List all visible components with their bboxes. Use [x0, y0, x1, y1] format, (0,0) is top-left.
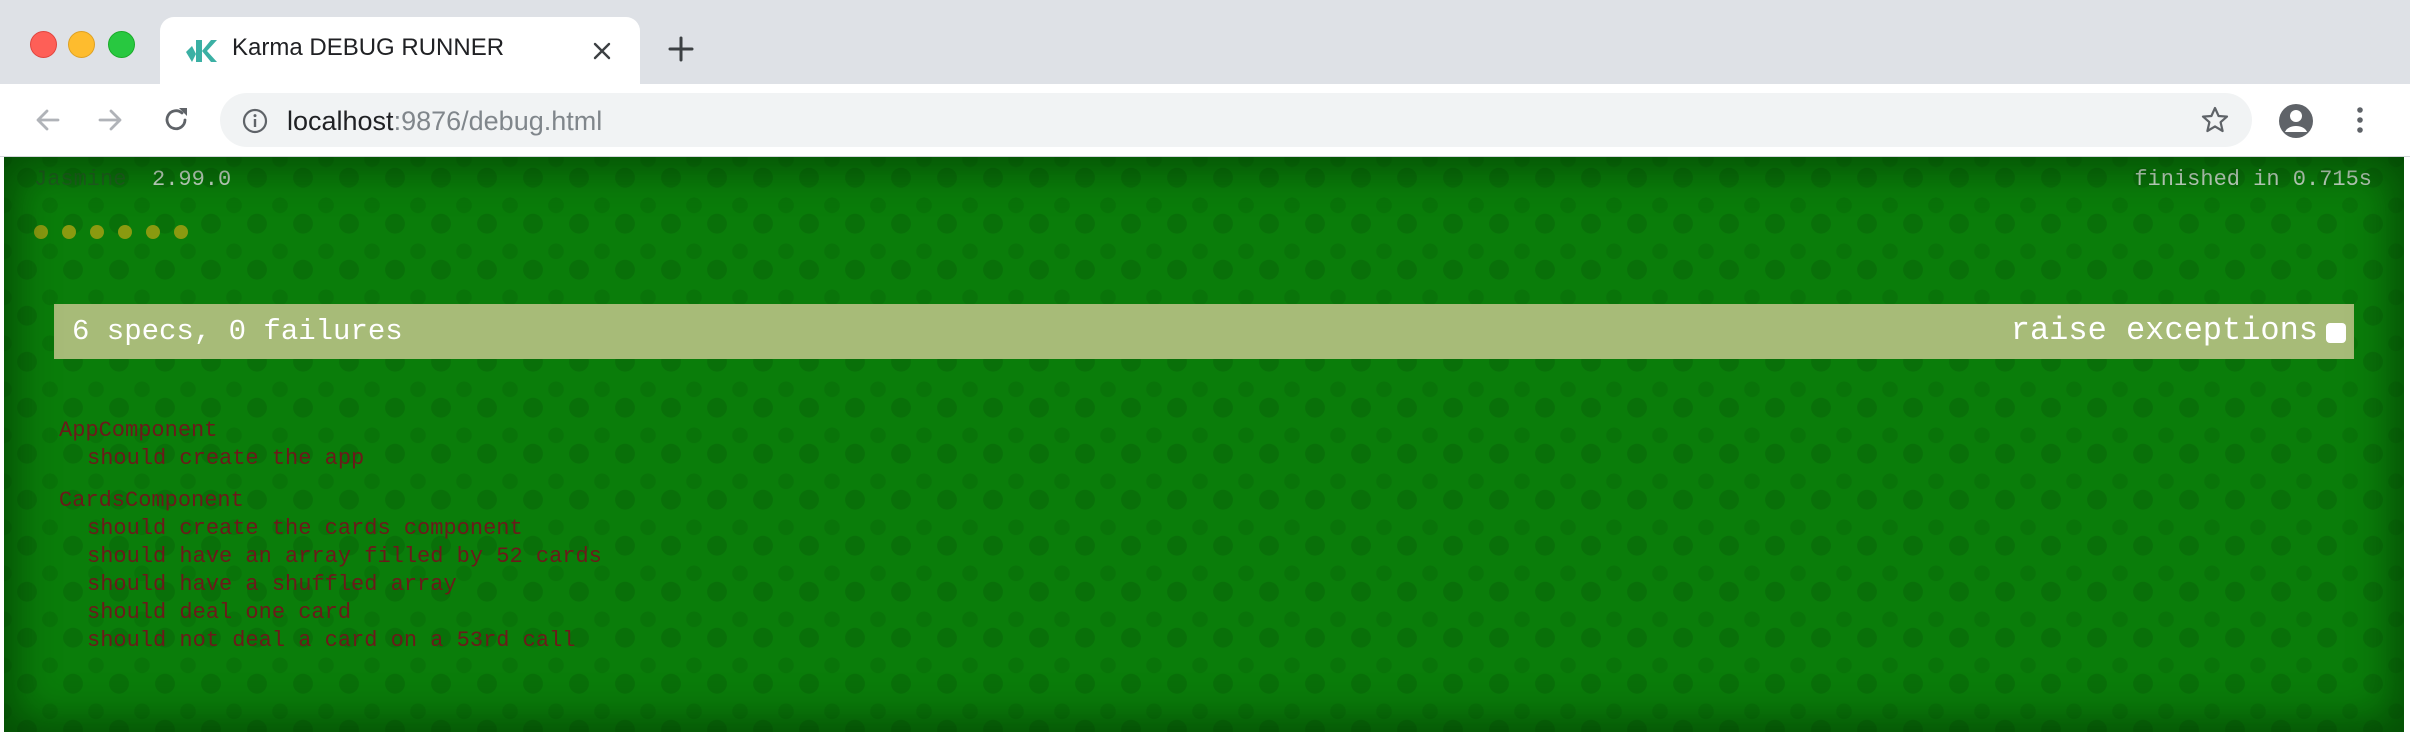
suite-name-link[interactable]: AppComponent	[59, 417, 602, 445]
raise-exceptions-checkbox[interactable]	[2326, 323, 2346, 343]
spec-link[interactable]: should deal one card	[59, 599, 602, 627]
passed-spec-dot[interactable]	[118, 225, 132, 239]
results-list: AppComponent should create the app CardsCo…	[59, 417, 602, 669]
summary-bar: 6 specs, 0 failures raise exceptions	[54, 304, 2354, 359]
tab-title: Karma DEBUG RUNNER	[232, 34, 505, 61]
browser-tab[interactable]: Karma DEBUG RUNNER	[160, 17, 640, 84]
back-icon[interactable]	[32, 104, 64, 136]
passed-spec-dot[interactable]	[34, 225, 48, 239]
karma-logo-icon	[186, 40, 217, 62]
close-tab-icon[interactable]	[590, 39, 614, 63]
new-tab-icon[interactable]	[666, 34, 696, 64]
url-text: localhost:9876/debug.html	[287, 106, 602, 137]
browser-toolbar: localhost:9876/debug.html	[0, 84, 2410, 157]
passed-spec-dot[interactable]	[146, 225, 160, 239]
jasmine-version: 2.99.0	[152, 167, 232, 192]
spec-link[interactable]: should not deal a card on a 53rd call	[59, 627, 602, 655]
passed-spec-dot[interactable]	[62, 225, 76, 239]
minimize-window-button[interactable]	[68, 31, 95, 58]
suite: AppComponent should create the app	[59, 417, 602, 473]
address-bar[interactable]: localhost:9876/debug.html	[220, 93, 2252, 147]
tab-strip: Karma DEBUG RUNNER	[0, 0, 2410, 84]
info-icon[interactable]	[242, 108, 268, 134]
suite: CardsComponent should create the cards co…	[59, 487, 602, 655]
bookmark-star-icon[interactable]	[2200, 105, 2230, 135]
close-window-button[interactable]	[30, 31, 57, 58]
url-path: :9876/debug.html	[393, 106, 603, 136]
page-viewport: Jasmine 2.99.0 finished in 0.715s 6 spec…	[4, 157, 2404, 732]
profile-icon[interactable]	[2277, 102, 2315, 140]
raise-exceptions-label[interactable]: raise exceptions	[2011, 312, 2318, 349]
passed-spec-dot[interactable]	[90, 225, 104, 239]
suite-name-link[interactable]: CardsComponent	[59, 487, 602, 515]
spec-link[interactable]: should create the cards component	[59, 515, 602, 543]
forward-icon[interactable]	[94, 104, 126, 136]
jasmine-title: Jasmine	[34, 167, 127, 192]
url-host: localhost	[287, 106, 394, 136]
maximize-window-button[interactable]	[108, 31, 135, 58]
spec-link[interactable]: should have an array filled by 52 cards	[59, 543, 602, 571]
spec-link[interactable]: should have a shuffled array	[59, 571, 602, 599]
passed-spec-dot[interactable]	[174, 225, 188, 239]
spec-link[interactable]: should create the app	[59, 445, 602, 473]
more-menu-icon[interactable]	[2344, 104, 2376, 136]
summary-text: 6 specs, 0 failures	[72, 315, 403, 348]
reload-icon[interactable]	[160, 104, 192, 136]
run-duration: finished in 0.715s	[2134, 167, 2372, 192]
